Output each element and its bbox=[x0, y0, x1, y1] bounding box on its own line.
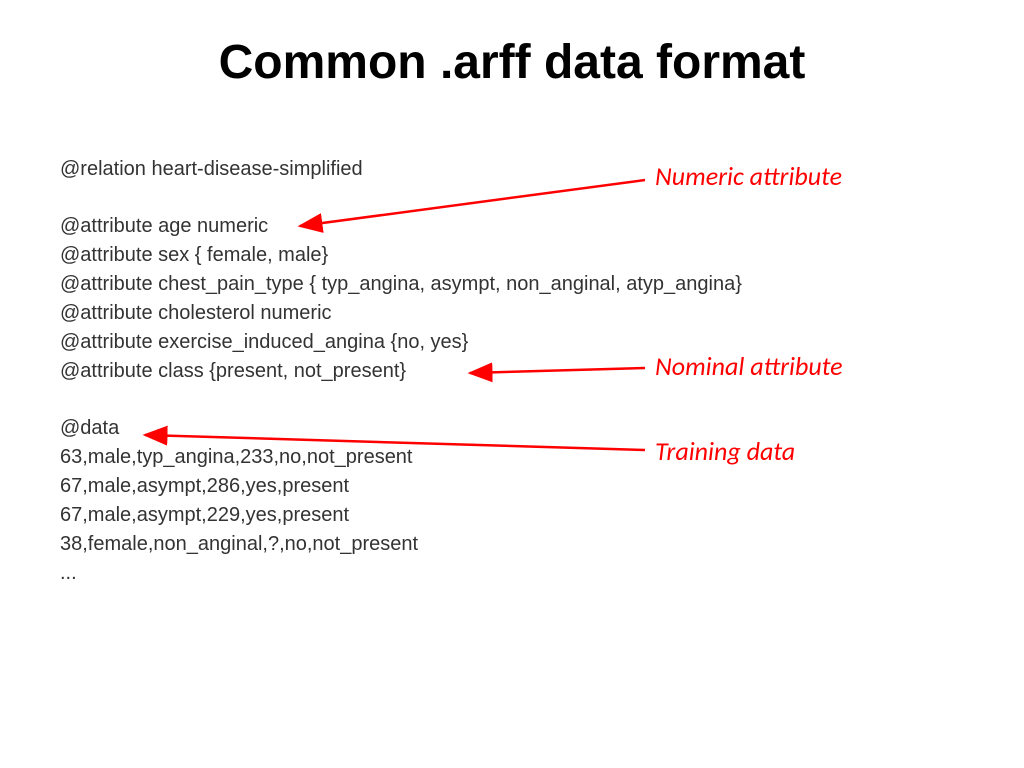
slide-title: Common .arff data format bbox=[0, 0, 1024, 120]
data-row-2: 67,male,asympt,286,yes,present bbox=[60, 472, 742, 501]
annotation-training: Training data bbox=[655, 435, 795, 467]
attribute-cholesterol-line: @attribute cholesterol numeric bbox=[60, 299, 742, 328]
annotation-numeric: Numeric attribute bbox=[655, 160, 842, 192]
data-row-4: 38,female,non_anginal,?,no,not_present bbox=[60, 530, 742, 559]
attribute-sex-line: @attribute sex { female, male} bbox=[60, 241, 742, 270]
annotation-nominal: Nominal attribute bbox=[655, 350, 843, 382]
data-header-line: @data bbox=[60, 414, 742, 443]
data-row-1: 63,male,typ_angina,233,no,not_present bbox=[60, 443, 742, 472]
arff-code-block: @relation heart-disease-simplified @attr… bbox=[60, 155, 742, 588]
attribute-angina-line: @attribute exercise_induced_angina {no, … bbox=[60, 328, 742, 357]
attribute-class-line: @attribute class {present, not_present} bbox=[60, 357, 742, 386]
data-ellipsis: ... bbox=[60, 559, 742, 588]
data-row-3: 67,male,asympt,229,yes,present bbox=[60, 501, 742, 530]
attribute-chest-pain-line: @attribute chest_pain_type { typ_angina,… bbox=[60, 270, 742, 299]
blank-line bbox=[60, 184, 742, 212]
relation-line: @relation heart-disease-simplified bbox=[60, 155, 742, 184]
attribute-age-line: @attribute age numeric bbox=[60, 212, 742, 241]
blank-line bbox=[60, 386, 742, 414]
